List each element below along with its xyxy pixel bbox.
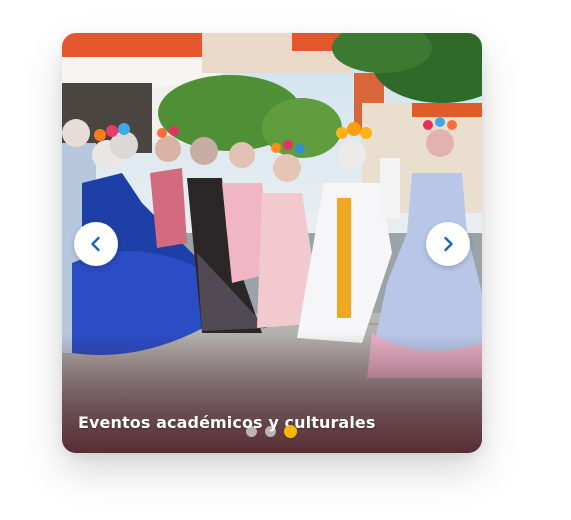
slide-caption: Eventos académicos y culturales (78, 413, 376, 432)
next-slide-button[interactable] (426, 222, 470, 266)
chevron-right-icon (444, 236, 453, 252)
previous-slide-button[interactable] (74, 222, 118, 266)
slide-indicator (246, 425, 297, 438)
slide-dot-1[interactable] (246, 426, 257, 437)
carousel-card: Eventos académicos y culturales (62, 33, 482, 453)
chevron-left-icon (91, 236, 100, 252)
slide-dot-3-active[interactable] (284, 425, 297, 438)
slide-dot-2[interactable] (265, 426, 276, 437)
